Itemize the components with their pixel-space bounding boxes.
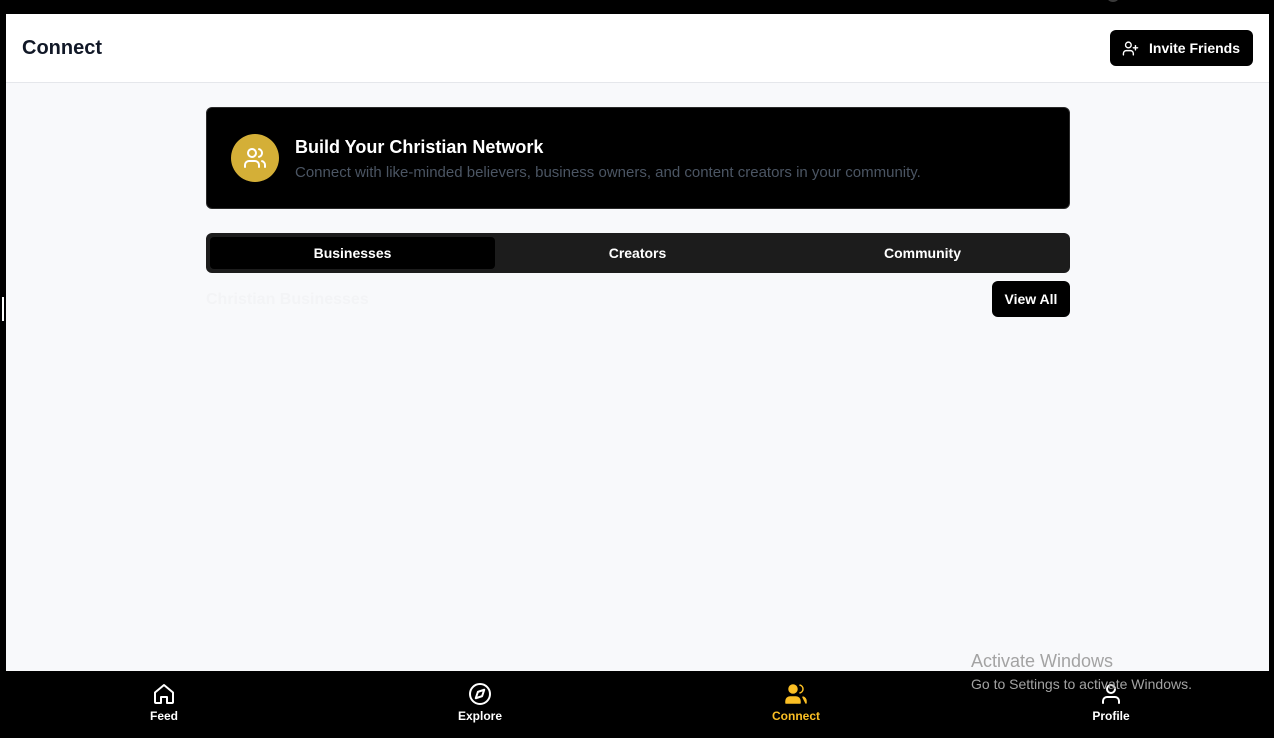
invite-friends-button[interactable]: Invite Friends <box>1110 30 1253 66</box>
bottom-navigation: Feed Explore Connect Profile <box>0 671 1274 738</box>
resize-handle[interactable] <box>2 297 4 321</box>
nav-label-explore: Explore <box>457 709 502 723</box>
tab-businesses[interactable]: Businesses <box>210 237 495 269</box>
banner-title: Build Your Christian Network <box>295 137 544 157</box>
nav-label-profile: Profile <box>1092 709 1130 723</box>
user-plus-icon <box>1122 40 1139 56</box>
page-header: Connect Invite Friends <box>6 14 1269 83</box>
tab-creators[interactable]: Creators <box>495 237 780 269</box>
users-icon <box>231 134 279 182</box>
nav-item-feed[interactable]: Feed <box>6 671 322 738</box>
banner-subtitle: Connect with like-minded believers, busi… <box>295 164 921 181</box>
top-strip <box>0 0 1274 14</box>
nav-item-profile[interactable]: Profile <box>953 671 1269 738</box>
right-frame <box>1269 14 1274 671</box>
section-title: Christian Businesses <box>206 291 369 308</box>
nav-label-connect: Connect <box>772 709 820 723</box>
page-title: Connect <box>22 37 102 59</box>
home-icon <box>154 684 174 704</box>
nav-item-explore[interactable]: Explore <box>322 671 638 738</box>
nav-item-connect[interactable]: Connect <box>638 671 954 738</box>
compass-icon <box>469 683 491 705</box>
category-tabs: Businesses Creators Community <box>206 233 1070 273</box>
invite-friends-label: Invite Friends <box>1149 40 1241 56</box>
nav-label-feed: Feed <box>149 709 178 723</box>
user-icon <box>1102 684 1120 704</box>
view-all-button[interactable]: View All <box>992 281 1070 317</box>
network-banner: Build Your Christian Network Connect wit… <box>206 107 1070 209</box>
users-icon <box>785 684 807 704</box>
window-control-dot <box>1106 0 1120 2</box>
app-content: Connect Invite Friends Build Your Christ… <box>6 14 1269 671</box>
tab-community[interactable]: Community <box>780 237 1065 269</box>
